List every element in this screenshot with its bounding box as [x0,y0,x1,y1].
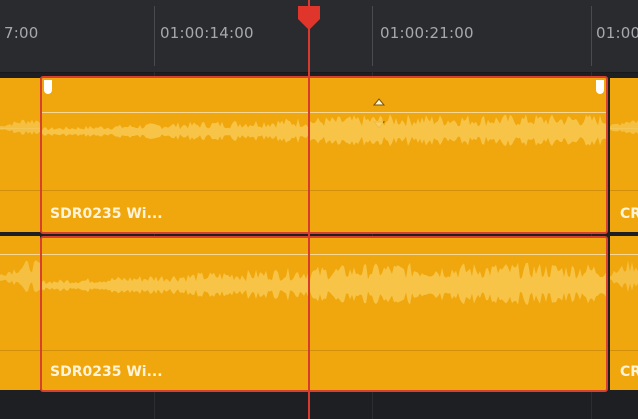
clip-handle-right[interactable] [596,80,604,94]
clip-handle-left[interactable] [44,80,52,94]
playhead-line[interactable] [308,0,310,419]
audio-clip[interactable] [0,236,40,390]
playhead-marker-icon[interactable] [296,5,322,31]
audio-clip[interactable]: CR [610,78,638,232]
audio-clip[interactable]: CR [610,236,638,390]
waveform [42,262,606,305]
clip-name: SDR0235 Wi... [50,364,163,380]
triangle-up-icon [372,98,386,106]
timecode-label: 01:00:21:00 [380,24,474,42]
audio-tracks: SDR0235 Wi... CR SDR0235 Wi... CR [0,72,638,419]
timecode-label: 01:00 [596,24,638,42]
audio-clip[interactable] [0,78,40,232]
waveform [610,120,638,135]
timeline[interactable]: 7:00 01:00:14:00 01:00:21:00 01:00 SDR02… [0,0,638,419]
clip-name: CR [620,206,638,222]
waveform [610,260,638,293]
audio-clip-selected[interactable]: SDR0235 Wi... [40,76,608,234]
audio-clip-selected[interactable]: SDR0235 Wi... [40,236,608,392]
ruler-tick [154,6,155,66]
ruler-tick [372,6,373,66]
ruler-tick [591,6,592,66]
clip-name: CR [620,364,638,380]
timecode-label: 01:00:14:00 [160,24,254,42]
clip-name: SDR0235 Wi... [50,206,163,222]
timecode-label: 7:00 [4,24,39,42]
waveform [0,119,40,135]
waveform [42,114,606,147]
waveform [0,260,40,293]
